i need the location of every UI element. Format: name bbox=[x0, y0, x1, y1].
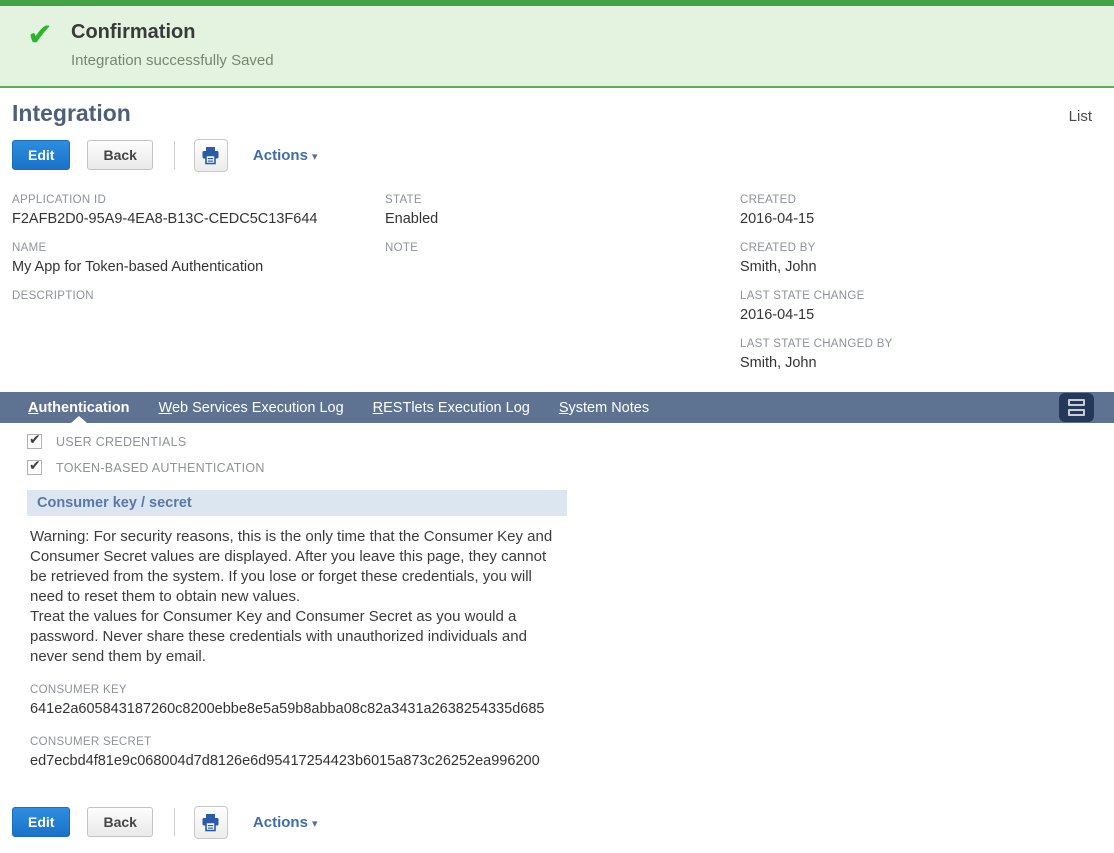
field-label: CREATED BY bbox=[740, 242, 1102, 254]
checkbox-label: TOKEN-BASED AUTHENTICATION bbox=[56, 461, 265, 475]
stacked-panels-icon bbox=[1068, 399, 1085, 406]
warning-paragraph: Warning: For security reasons, this is t… bbox=[30, 527, 565, 607]
field-note: NOTE bbox=[385, 242, 740, 277]
chevron-down-icon: ▾ bbox=[312, 818, 318, 830]
tab-authentication[interactable]: Authentication bbox=[28, 392, 130, 423]
subtab-bar: Authentication Web Services Execution Lo… bbox=[0, 392, 1114, 423]
security-warning-text: Warning: For security reasons, this is t… bbox=[30, 527, 565, 667]
checkbox-row-user-credentials: ✔ USER CREDENTIALS bbox=[27, 434, 1114, 449]
field-application-id: APPLICATION ID F2AFB2D0-95A9-4EA8-B13C-C… bbox=[12, 194, 385, 229]
checkmark-icon: ✔ bbox=[29, 431, 41, 448]
back-button[interactable]: Back bbox=[87, 140, 152, 170]
checkmark-icon: ✔ bbox=[29, 457, 41, 474]
list-link[interactable]: List bbox=[1069, 108, 1092, 125]
toggle-panels-button[interactable] bbox=[1059, 393, 1094, 422]
tab-web-services-execution-log[interactable]: Web Services Execution Log bbox=[159, 392, 344, 423]
field-label: LAST STATE CHANGED BY bbox=[740, 338, 1102, 350]
field-label: CREATED bbox=[740, 194, 1102, 206]
title-row: Integration List bbox=[12, 100, 1102, 127]
confirmation-banner: ✔ Confirmation Integration successfully … bbox=[0, 0, 1114, 88]
token-based-authentication-checkbox[interactable]: ✔ bbox=[27, 460, 42, 475]
consumer-key-value: 641e2a605843187260c8200ebbe8e5a59b8abba0… bbox=[30, 701, 1114, 719]
field-label: APPLICATION ID bbox=[12, 194, 385, 206]
toolbar-divider bbox=[174, 808, 175, 836]
field-label: LAST STATE CHANGE bbox=[740, 290, 1102, 302]
field-label: STATE bbox=[385, 194, 740, 206]
success-check-icon: ✔ bbox=[27, 17, 53, 53]
field-created: CREATED 2016-04-15 bbox=[740, 194, 1102, 229]
print-button[interactable] bbox=[194, 806, 228, 839]
actions-label: Actions bbox=[253, 814, 308, 831]
printer-icon bbox=[201, 813, 220, 832]
tab-label: Web Services Execution Log bbox=[159, 400, 344, 416]
top-toolbar: Edit Back Actions ▾ bbox=[12, 138, 1102, 172]
field-consumer-secret: CONSUMER SECRET ed7ecbd4f81e9c068004d7d8… bbox=[30, 736, 1114, 771]
field-value bbox=[12, 307, 385, 325]
field-label: NAME bbox=[12, 242, 385, 254]
tab-label: Authentication bbox=[28, 400, 130, 416]
field-name: NAME My App for Token-based Authenticati… bbox=[12, 242, 385, 277]
field-created-by: CREATED BY Smith, John bbox=[740, 242, 1102, 277]
actions-menu[interactable]: Actions ▾ bbox=[253, 814, 318, 831]
field-last-state-changed-by: LAST STATE CHANGED BY Smith, John bbox=[740, 338, 1102, 373]
printer-icon bbox=[201, 146, 220, 165]
tab-system-notes[interactable]: System Notes bbox=[559, 392, 649, 423]
field-last-state-change: LAST STATE CHANGE 2016-04-15 bbox=[740, 290, 1102, 325]
field-value: 2016-04-15 bbox=[740, 211, 1102, 229]
chevron-down-icon: ▾ bbox=[312, 151, 318, 163]
field-label: NOTE bbox=[385, 242, 740, 254]
consumer-secret-value: ed7ecbd4f81e9c068004d7d8126e6d9541725442… bbox=[30, 753, 1114, 771]
field-value: F2AFB2D0-95A9-4EA8-B13C-CEDC5C13F644 bbox=[12, 211, 385, 229]
tab-label: System Notes bbox=[559, 400, 649, 416]
actions-menu[interactable]: Actions ▾ bbox=[253, 147, 318, 164]
field-value: 2016-04-15 bbox=[740, 307, 1102, 325]
field-label: CONSUMER SECRET bbox=[30, 736, 1114, 748]
authentication-panel: ✔ USER CREDENTIALS ✔ TOKEN-BASED AUTHENT… bbox=[0, 434, 1114, 771]
checkbox-row-token-based-authentication: ✔ TOKEN-BASED AUTHENTICATION bbox=[27, 460, 1114, 475]
stacked-panels-icon bbox=[1068, 409, 1085, 416]
banner-title: Confirmation bbox=[71, 21, 1114, 44]
field-state: STATE Enabled bbox=[385, 194, 740, 229]
record-fields: APPLICATION ID F2AFB2D0-95A9-4EA8-B13C-C… bbox=[12, 194, 1102, 386]
tab-restlets-execution-log[interactable]: RESTlets Execution Log bbox=[373, 392, 530, 423]
field-value: Enabled bbox=[385, 211, 740, 229]
toolbar-divider bbox=[174, 141, 175, 169]
user-credentials-checkbox[interactable]: ✔ bbox=[27, 434, 42, 449]
consumer-key-secret-section-header: Consumer key / secret bbox=[27, 490, 567, 516]
edit-button[interactable]: Edit bbox=[12, 140, 70, 170]
field-value: Smith, John bbox=[740, 355, 1102, 373]
field-value: Smith, John bbox=[740, 259, 1102, 277]
tab-label: RESTlets Execution Log bbox=[373, 400, 530, 416]
field-consumer-key: CONSUMER KEY 641e2a605843187260c8200ebbe… bbox=[30, 684, 1114, 719]
field-value: My App for Token-based Authentication bbox=[12, 259, 385, 277]
bottom-toolbar: Edit Back Actions▾ bbox=[12, 805, 1102, 839]
checkbox-label: USER CREDENTIALS bbox=[56, 435, 187, 449]
banner-message: Integration successfully Saved bbox=[71, 52, 1114, 69]
field-value bbox=[385, 259, 740, 277]
warning-paragraph: Treat the values for Consumer Key and Co… bbox=[30, 607, 565, 667]
field-label: DESCRIPTION bbox=[12, 290, 385, 302]
print-button[interactable] bbox=[194, 139, 228, 172]
page-title: Integration bbox=[12, 100, 131, 127]
field-description: DESCRIPTION bbox=[12, 290, 385, 325]
field-label: CONSUMER KEY bbox=[30, 684, 1114, 696]
actions-label: Actions bbox=[253, 147, 308, 164]
